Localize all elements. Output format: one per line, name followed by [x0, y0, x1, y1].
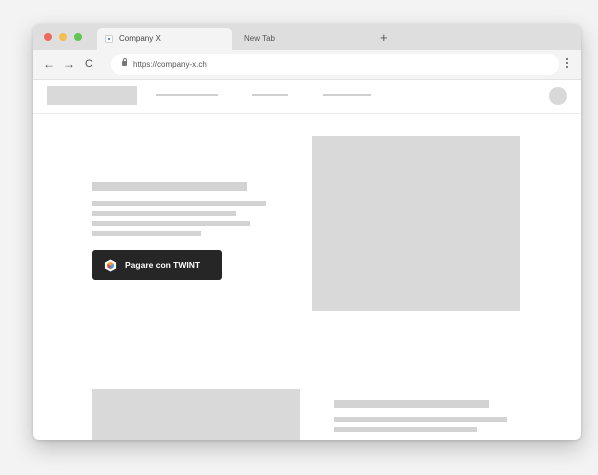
reload-button[interactable]: C: [85, 56, 93, 72]
minimize-window-button[interactable]: [59, 33, 67, 41]
tab-new-tab[interactable]: New Tab: [232, 28, 367, 50]
nav-link-placeholder[interactable]: [156, 94, 218, 96]
url-text: https://company-x.ch: [133, 60, 207, 69]
close-window-button[interactable]: [44, 33, 52, 41]
pay-with-twint-button[interactable]: Pagare con TWINT: [92, 250, 222, 280]
tab-strip: Company X New Tab +: [33, 24, 581, 50]
twint-logo-icon: [104, 258, 117, 272]
text-line-placeholder: [92, 221, 250, 226]
lock-icon: [122, 58, 127, 66]
logo-placeholder: [47, 86, 137, 105]
favicon-icon: [105, 35, 113, 43]
tab-label: New Tab: [244, 34, 275, 43]
heading-placeholder: [334, 400, 489, 408]
maximize-window-button[interactable]: [74, 33, 82, 41]
image-placeholder: [92, 389, 300, 440]
menu-kebab-icon[interactable]: [566, 58, 568, 70]
tab-label: Company X: [119, 34, 161, 43]
tab-company-x[interactable]: Company X: [97, 28, 232, 50]
back-button[interactable]: ←: [43, 56, 55, 72]
avatar-placeholder-icon[interactable]: [549, 87, 567, 105]
text-line-placeholder: [92, 231, 201, 236]
text-line-placeholder: [92, 211, 236, 216]
text-line-placeholder: [334, 427, 477, 432]
forward-button[interactable]: →: [63, 56, 75, 72]
nav-link-placeholder[interactable]: [323, 94, 371, 96]
image-placeholder: [312, 136, 520, 311]
nav-link-placeholder[interactable]: [252, 94, 288, 96]
browser-window: Company X New Tab + ← → C https://compan…: [33, 24, 581, 440]
pay-with-twint-label: Pagare con TWINT: [125, 260, 201, 270]
new-tab-button[interactable]: +: [380, 28, 388, 48]
browser-toolbar: ← → C https://company-x.ch: [33, 50, 581, 80]
heading-placeholder: [92, 182, 247, 191]
site-header: [33, 80, 581, 114]
text-line-placeholder: [92, 201, 266, 206]
address-bar[interactable]: https://company-x.ch: [111, 54, 559, 75]
text-line-placeholder: [334, 417, 507, 422]
